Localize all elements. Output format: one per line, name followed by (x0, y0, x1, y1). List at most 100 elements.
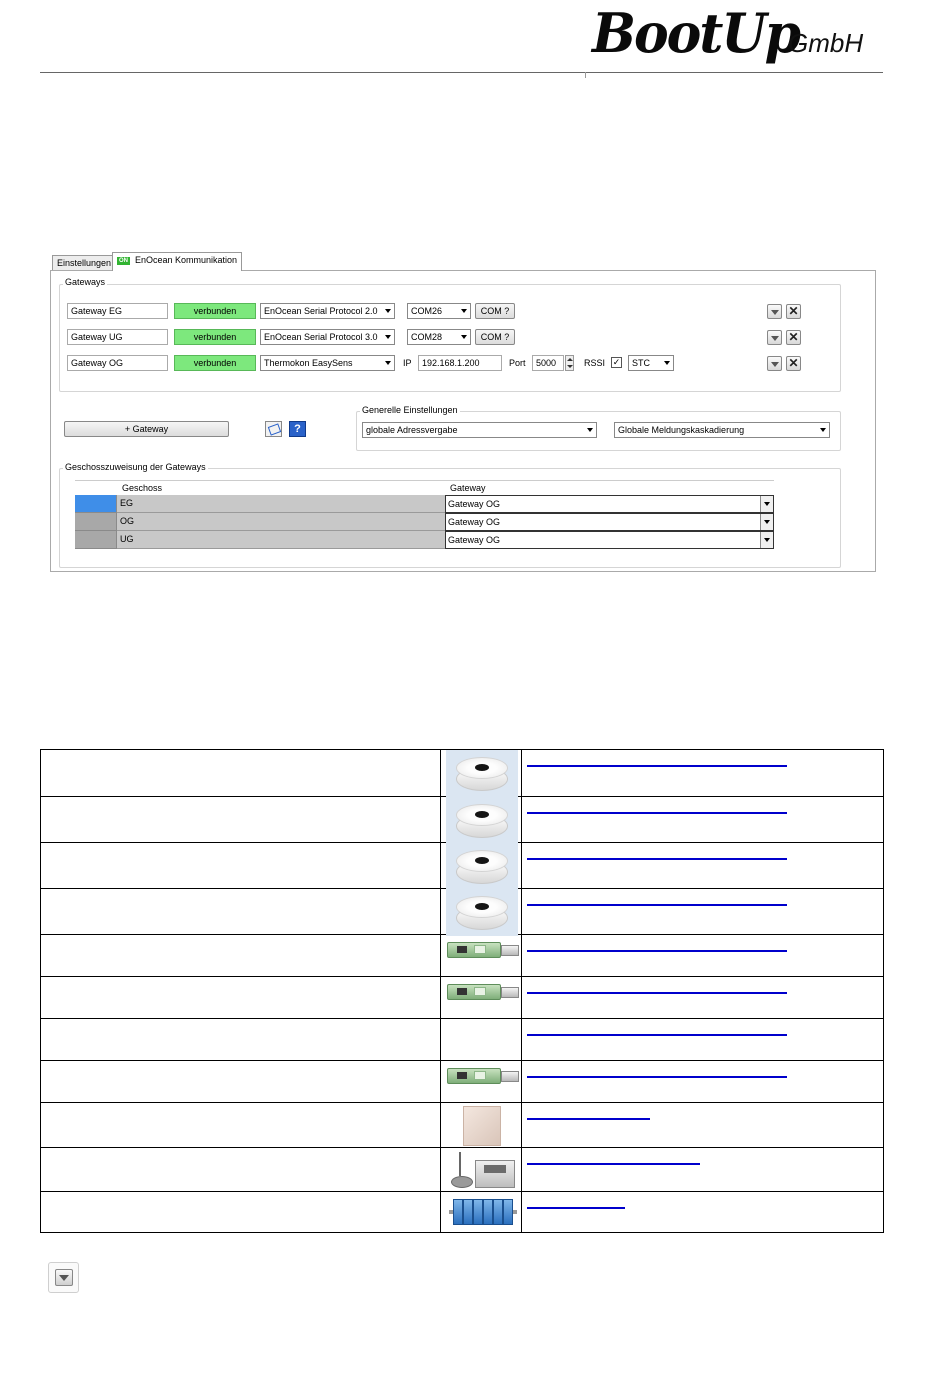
ceiling-sensor-image (445, 843, 518, 890)
mode-select[interactable]: STC (628, 355, 674, 371)
gateway-select[interactable]: Gateway OG (445, 513, 774, 531)
gateway-select[interactable]: Gateway OG (445, 531, 774, 549)
chevron-down-icon (760, 496, 773, 512)
address-assignment-select[interactable]: globale Adressvergabe (362, 422, 597, 438)
protocol-select[interactable]: Thermokon EasySens (260, 355, 395, 371)
device-link[interactable] (527, 992, 788, 994)
device-image-cell (439, 934, 523, 977)
device-name-cell (40, 1018, 441, 1061)
device-link[interactable] (527, 765, 788, 767)
gateway-name-field[interactable]: Gateway OG (67, 355, 168, 371)
device-image-cell (439, 842, 523, 890)
table-row (40, 934, 884, 977)
protocol-select[interactable]: EnOcean Serial Protocol 2.0 (260, 303, 395, 319)
gateway-select-value: Gateway OG (448, 499, 501, 509)
add-gateway-button[interactable]: + Gateway (64, 421, 229, 437)
tab-enocean-label: EnOcean Kommunikation (135, 255, 238, 265)
tab-einstellungen[interactable]: Einstellungen (52, 255, 117, 271)
device-link[interactable] (527, 950, 788, 952)
move-down-icon[interactable] (767, 356, 782, 371)
com-port-select[interactable]: COM26 (407, 303, 471, 319)
table-row (40, 1191, 884, 1233)
help-icon[interactable]: ? (289, 421, 306, 437)
rssi-checkbox[interactable]: ✓ (611, 357, 622, 368)
tab-panel: Gateways Gateway EG verbunden EnOcean Se… (50, 270, 876, 572)
device-link[interactable] (527, 812, 788, 814)
table-row (40, 1147, 884, 1192)
gateway-status: verbunden (174, 303, 256, 319)
move-down-icon[interactable] (767, 330, 782, 345)
table-row[interactable]: UG Gateway OG (75, 531, 774, 549)
protocol-value: EnOcean Serial Protocol 2.0 (264, 306, 378, 316)
device-link[interactable] (527, 1076, 788, 1078)
chevron-down-icon (461, 309, 467, 313)
row-selector[interactable] (75, 531, 117, 549)
ceiling-sensor-image (445, 889, 518, 936)
device-link[interactable] (527, 858, 788, 860)
chevron-down-icon (760, 532, 773, 548)
tab-einstellungen-label: Einstellungen (57, 258, 112, 268)
device-name-cell (40, 1102, 441, 1148)
device-link-cell (521, 976, 884, 1019)
tab-enocean-kommunikation[interactable]: ON EnOcean Kommunikation (112, 252, 243, 271)
device-name-cell (40, 749, 441, 797)
device-link[interactable] (527, 1034, 788, 1036)
row-selector[interactable] (75, 513, 117, 531)
floor-assignment-title: Geschosszuweisung der Gateways (63, 462, 208, 472)
wizard-icon[interactable] (265, 421, 282, 437)
chevron-down-icon (385, 309, 391, 313)
device-link[interactable] (527, 1207, 625, 1209)
gateway-select[interactable]: Gateway OG (445, 495, 774, 513)
device-link[interactable] (527, 1163, 701, 1165)
delete-icon[interactable]: ✕ (786, 304, 801, 319)
message-cascading-select[interactable]: Globale Meldungskaskadierung (614, 422, 830, 438)
com-detect-button[interactable]: COM ? (475, 329, 515, 345)
device-name-cell (40, 934, 441, 977)
delete-icon[interactable]: ✕ (786, 330, 801, 345)
gateway-antenna-image (449, 1152, 517, 1190)
device-image-cell (439, 1060, 523, 1103)
chevron-down-icon (385, 335, 391, 339)
move-down-icon (48, 1262, 79, 1293)
device-link-cell (521, 934, 884, 977)
device-image-cell (439, 1018, 523, 1061)
gateway-name-field[interactable]: Gateway EG (67, 303, 168, 319)
device-image-cell (439, 749, 523, 797)
on-badge: ON (117, 257, 130, 265)
rssi-label: RSSI (584, 358, 606, 368)
table-row (40, 1102, 884, 1148)
device-name-cell (40, 796, 441, 843)
port-spinner[interactable] (565, 355, 574, 371)
device-link-cell (521, 842, 884, 889)
protocol-select[interactable]: EnOcean Serial Protocol 3.0 (260, 329, 395, 345)
delete-icon[interactable]: ✕ (786, 356, 801, 371)
com-port-select[interactable]: COM28 (407, 329, 471, 345)
table-row (40, 888, 884, 936)
chevron-down-icon (820, 428, 826, 432)
table-row[interactable]: EG Gateway OG (75, 495, 774, 513)
device-link-cell (521, 888, 884, 935)
chevron-down-icon (587, 428, 593, 432)
device-image-cell (439, 1191, 523, 1233)
col-header-gateway: Gateway (450, 483, 486, 493)
gateway-status: verbunden (174, 355, 256, 371)
ip-address-field[interactable]: 192.168.1.200 (418, 355, 502, 371)
gateway-status: verbunden (174, 329, 256, 345)
com-detect-button[interactable]: COM ? (475, 303, 515, 319)
row-selector[interactable] (75, 495, 117, 513)
gateways-group-title: Gateways (63, 277, 108, 287)
move-down-icon[interactable] (767, 304, 782, 319)
device-link[interactable] (527, 1118, 650, 1120)
device-link[interactable] (527, 904, 788, 906)
header-rule-tick (585, 72, 586, 78)
table-row (40, 1060, 884, 1103)
device-name-cell (40, 888, 441, 935)
table-row[interactable]: OG Gateway OG (75, 513, 774, 531)
device-link-cell (521, 1102, 884, 1148)
grid-header: Geschoss Gateway (75, 480, 774, 493)
gateway-name-field[interactable]: Gateway UG (67, 329, 168, 345)
protocol-value: Thermokon EasySens (264, 358, 353, 368)
device-table (40, 749, 884, 1233)
message-cascading-value: Globale Meldungskaskadierung (618, 425, 745, 435)
port-field[interactable]: 5000 (532, 355, 564, 371)
